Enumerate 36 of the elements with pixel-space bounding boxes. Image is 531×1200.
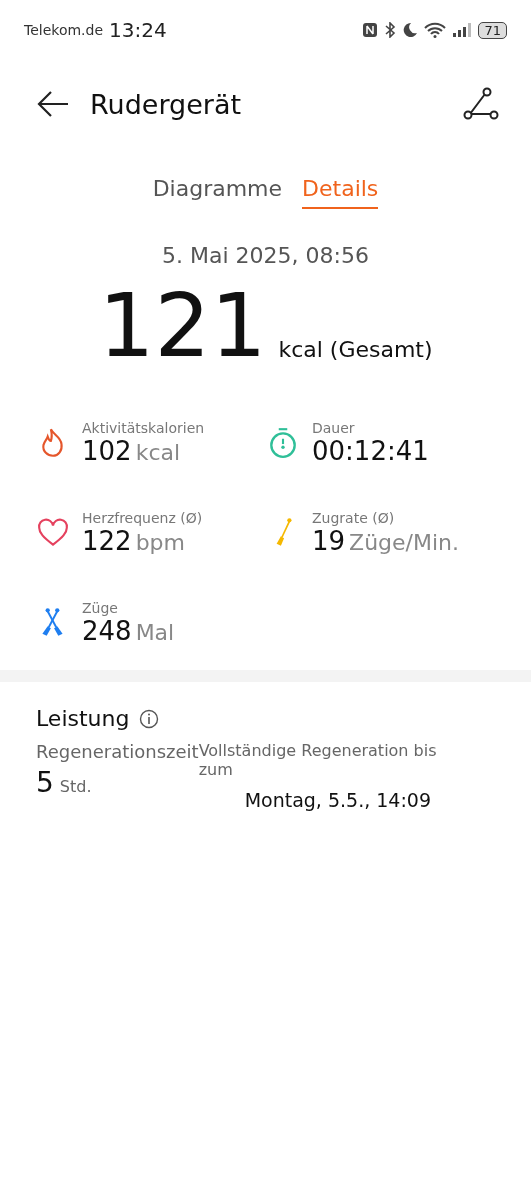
recovery-unit: Std.	[59, 777, 92, 796]
carrier-name: Telekom.de	[24, 22, 104, 38]
nfc-icon	[362, 22, 379, 38]
tab[interactable]: Diagramme	[152, 176, 283, 209]
section-title: Leistung	[36, 706, 130, 731]
metric-value: 19	[312, 526, 346, 556]
share-route-icon[interactable]	[463, 87, 499, 121]
info-icon[interactable]	[139, 708, 160, 729]
moon-icon	[402, 22, 419, 38]
metric-label: Herzfrequenz (Ø)	[82, 510, 203, 526]
total-calories: 121	[98, 282, 267, 370]
metric-label: Aktivitätskalorien	[82, 420, 205, 436]
bluetooth-icon	[384, 22, 397, 38]
page-title: Rudergerät	[90, 88, 242, 120]
workout-date: 5. Mai 2025, 08:56	[161, 243, 370, 268]
metric-value: 00:12:41	[312, 436, 429, 466]
full-recovery-label: Vollständige Regeneration bis zum	[198, 741, 438, 780]
total-unit: kcal (Gesamt)	[278, 337, 433, 364]
metric-unit: kcal	[135, 440, 181, 465]
clock: 13:24	[109, 18, 167, 42]
metric-value: 102	[82, 436, 132, 466]
signal-icon	[452, 22, 473, 38]
metric-label: Züge	[82, 600, 119, 616]
metric-label: Zugrate (Ø)	[312, 510, 396, 526]
metric-unit: Mal	[135, 620, 175, 645]
wifi-icon	[424, 22, 447, 38]
metric-value: 122	[82, 526, 132, 556]
battery-level: 71	[478, 21, 507, 39]
metric-label: Dauer	[312, 420, 356, 436]
metric-value: 248	[82, 616, 132, 646]
recovery-value: 5	[36, 766, 54, 799]
full-recovery-time: Montag, 5.5., 14:09	[243, 789, 432, 812]
metric-unit: Züge/Min.	[349, 530, 460, 555]
back-arrow-icon[interactable]	[36, 89, 70, 119]
recovery-label: Regenerationszeit	[36, 741, 199, 762]
metric-unit: bpm	[135, 530, 185, 555]
